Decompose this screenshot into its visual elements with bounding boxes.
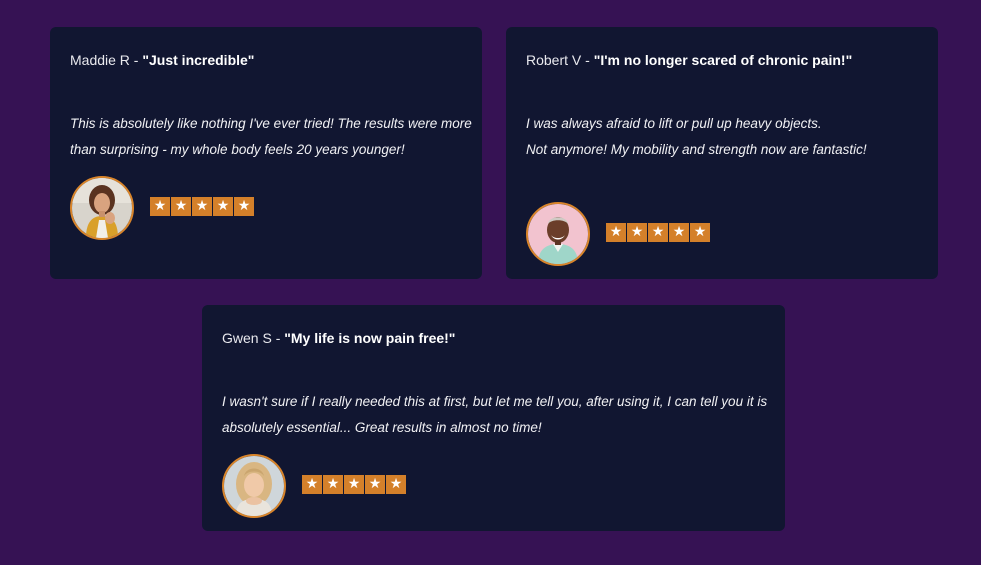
- star-rating: ★ ★ ★ ★ ★: [302, 475, 406, 494]
- star-icon: ★: [302, 475, 322, 494]
- star-icon: ★: [648, 223, 668, 242]
- testimonial-author: Robert V -: [526, 52, 594, 68]
- star-icon: ★: [690, 223, 710, 242]
- testimonial-body: This is absolutely like nothing I've eve…: [70, 111, 472, 163]
- star-icon: ★: [365, 475, 385, 494]
- testimonial-heading: Robert V - "I'm no longer scared of chro…: [526, 51, 852, 69]
- star-icon: ★: [606, 223, 626, 242]
- testimonial-body-line: I was always afraid to lift or pull up h…: [526, 116, 822, 131]
- star-icon: ★: [192, 197, 212, 216]
- testimonial-author: Gwen S -: [222, 330, 285, 346]
- star-rating: ★ ★ ★ ★ ★: [606, 223, 710, 242]
- testimonial-body-line: Not anymore! My mobility and strength no…: [526, 142, 867, 157]
- star-rating: ★ ★ ★ ★ ★: [150, 197, 254, 216]
- testimonial-body: I was always afraid to lift or pull up h…: [526, 111, 922, 163]
- star-icon: ★: [234, 197, 254, 216]
- star-icon: ★: [323, 475, 343, 494]
- testimonial-body-line: than surprising - my whole body feels 20…: [70, 142, 405, 157]
- star-icon: ★: [386, 475, 406, 494]
- avatar: [222, 454, 286, 518]
- testimonial-title: "Just incredible": [142, 52, 255, 68]
- testimonial-card-gwen: Gwen S - "My life is now pain free!" I w…: [202, 305, 785, 531]
- testimonial-title: "My life is now pain free!": [284, 330, 456, 346]
- testimonial-body-line: I wasn't sure if I really needed this at…: [222, 394, 768, 409]
- testimonial-heading: Gwen S - "My life is now pain free!": [222, 329, 455, 347]
- testimonial-body: I wasn't sure if I really needed this at…: [222, 389, 769, 441]
- star-icon: ★: [213, 197, 233, 216]
- avatar-photo-blonde-woman: [224, 456, 284, 516]
- star-icon: ★: [627, 223, 647, 242]
- avatar-photo-woman-yellow-cardigan: [72, 178, 132, 238]
- avatar: [526, 202, 590, 266]
- star-icon: ★: [150, 197, 170, 216]
- star-icon: ★: [171, 197, 191, 216]
- testimonial-author: Maddie R -: [70, 52, 143, 68]
- star-icon: ★: [344, 475, 364, 494]
- avatar-photo-man-pink-background: [528, 204, 588, 264]
- testimonial-body-line: absolutely essential... Great results in…: [222, 420, 542, 435]
- testimonial-title: "I'm no longer scared of chronic pain!": [593, 52, 853, 68]
- testimonial-heading: Maddie R - "Just incredible": [70, 51, 254, 69]
- testimonial-body-line: This is absolutely like nothing I've eve…: [70, 116, 472, 131]
- avatar: [70, 176, 134, 240]
- star-icon: ★: [669, 223, 689, 242]
- testimonial-card-robert: Robert V - "I'm no longer scared of chro…: [506, 27, 938, 279]
- testimonial-card-maddie: Maddie R - "Just incredible" This is abs…: [50, 27, 482, 279]
